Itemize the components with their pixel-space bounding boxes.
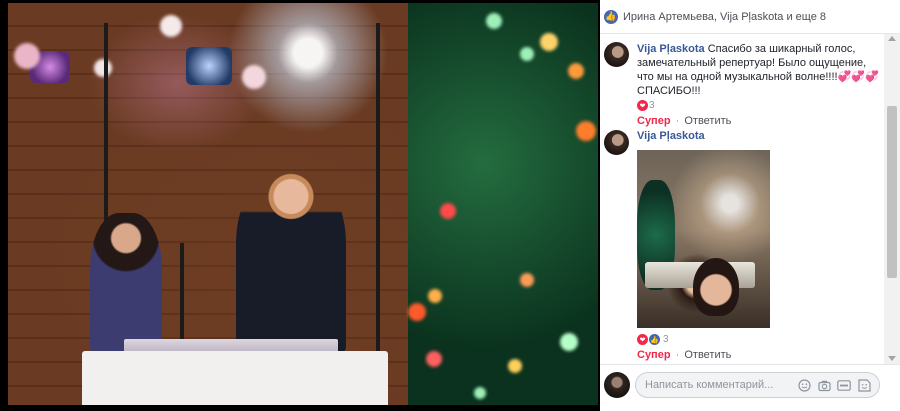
reply-link[interactable]: Ответить — [684, 115, 731, 127]
avatar[interactable] — [604, 42, 629, 67]
sticker-icon[interactable] — [857, 378, 871, 392]
action-separator: · — [675, 115, 680, 127]
tree-light — [560, 333, 578, 351]
heart-reaction-icon: ❤ — [637, 100, 648, 111]
tree-light — [426, 351, 442, 367]
tree-light — [474, 387, 486, 399]
comment-input-placeholder: Написать комментарий... — [645, 379, 774, 391]
keyboard-player — [90, 213, 162, 353]
comment-text-block: Vija Pļaskota Спасибо за шикарный голос,… — [637, 42, 880, 98]
singer — [236, 171, 346, 353]
emoji-icon[interactable] — [797, 378, 811, 392]
flower-decoration — [14, 43, 40, 69]
comment-footer: ❤ 👍 3 Супер · Ответить — [637, 332, 880, 361]
like-icon: 👍 — [649, 334, 660, 345]
heart-decoration — [94, 59, 112, 77]
comment-input[interactable]: Написать комментарий... — [635, 372, 880, 398]
likers-text[interactable]: Ирина Артемьева, Vija Pļaskota и еще 8 — [623, 11, 826, 23]
stage-light-center — [186, 47, 232, 85]
tree-light — [440, 203, 456, 219]
comment-author[interactable]: Vija Pļaskota — [637, 43, 705, 55]
likers-summary[interactable]: 👍 Ирина Артемьева, Vija Pļaskota и еще 8 — [600, 0, 900, 34]
photo-face — [693, 258, 739, 316]
super-reaction-link[interactable]: Супер — [637, 115, 671, 127]
comment-body: Vija Pļaskota Спасибо за шикарный голос,… — [637, 42, 880, 127]
action-separator: · — [675, 349, 680, 361]
scroll-up-arrow-icon[interactable] — [888, 36, 896, 41]
tree-light — [486, 13, 502, 29]
tree-light — [520, 47, 534, 61]
reaction-count: 3 — [649, 100, 655, 111]
reply-link[interactable]: Ответить — [684, 349, 731, 361]
main-photo[interactable] — [8, 3, 598, 405]
tree-light — [428, 289, 442, 303]
tree-light — [508, 359, 522, 373]
tree-light — [520, 273, 534, 287]
reaction-summary[interactable]: ❤ 👍 3 — [637, 334, 880, 345]
stage-table — [82, 351, 388, 405]
attached-photo[interactable] — [637, 150, 770, 328]
heart-reaction-icon: ❤ — [637, 334, 648, 345]
avatar[interactable] — [604, 130, 629, 155]
heart-decoration — [160, 15, 182, 37]
tree-light — [540, 33, 558, 51]
super-reaction-link[interactable]: Супер — [637, 349, 671, 361]
comment-actions: Супер · Ответить — [637, 349, 880, 361]
avatar — [604, 372, 630, 398]
comment-composer: Написать комментарий... — [600, 364, 900, 411]
tree-light — [408, 303, 426, 321]
scroll-down-arrow-icon[interactable] — [888, 356, 896, 361]
scroll-thumb[interactable] — [887, 106, 897, 278]
reaction-summary[interactable]: ❤ 3 — [637, 100, 880, 111]
scrollbar[interactable] — [884, 34, 900, 364]
reaction-count: 3 — [663, 334, 669, 345]
viewer: 👍 Ирина Артемьева, Vija Pļaskota и еще 8… — [0, 0, 900, 411]
tree-light — [576, 121, 596, 141]
comments-list: Vija Pļaskota Спасибо за шикарный голос,… — [600, 34, 884, 364]
comment-body: Vija Pļaskota — [637, 130, 880, 142]
comment-author[interactable]: Vija Pļaskota — [637, 130, 880, 142]
camera-icon[interactable] — [817, 378, 831, 392]
like-icon: 👍 — [604, 9, 618, 24]
tree-light — [568, 63, 584, 79]
flower-decoration — [242, 65, 266, 89]
gif-icon[interactable] — [837, 378, 851, 392]
light-stand-right — [376, 23, 380, 403]
comment-actions: Супер · Ответить — [637, 115, 880, 127]
comments-sidebar: 👍 Ирина Артемьева, Vija Pļaskota и еще 8… — [600, 0, 900, 411]
